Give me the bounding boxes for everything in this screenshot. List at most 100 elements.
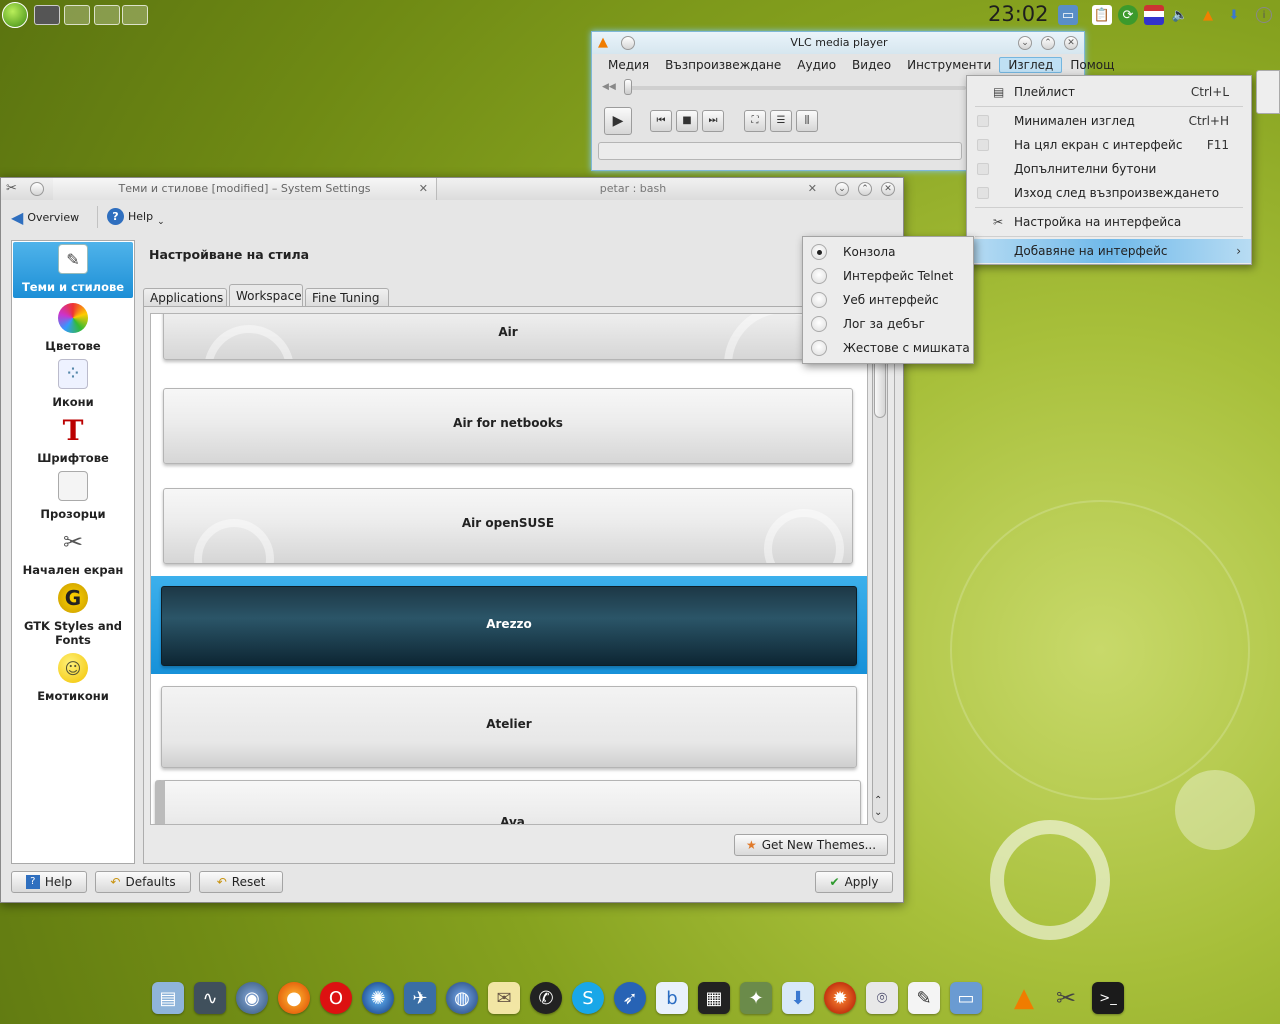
satellite-icon[interactable]: ✦: [740, 982, 772, 1014]
checkbox[interactable]: [977, 139, 989, 151]
pager-desktop-3[interactable]: [122, 5, 148, 25]
menu-video[interactable]: Видео: [844, 58, 899, 72]
info-icon[interactable]: i: [1256, 7, 1272, 23]
video-editor-icon[interactable]: ▦: [698, 982, 730, 1014]
radio-button[interactable]: [811, 244, 827, 260]
burner-icon[interactable]: ✹: [824, 982, 856, 1014]
chromium-icon[interactable]: ◉: [236, 982, 268, 1014]
help-menu-button[interactable]: ? Help ⌄: [107, 208, 165, 227]
radio-button[interactable]: [811, 268, 827, 284]
menu-item-minimal-view[interactable]: Минимален изглед Ctrl+H: [967, 109, 1251, 133]
opera-icon[interactable]: O: [320, 982, 352, 1014]
defaults-button[interactable]: ↶ Defaults: [95, 871, 191, 893]
keyboard-layout-icon[interactable]: [1144, 5, 1164, 25]
tab-system-settings[interactable]: Теми и стилове [modified] – System Setti…: [53, 178, 437, 200]
seek-slider[interactable]: [626, 86, 966, 90]
skype-icon[interactable]: S: [572, 982, 604, 1014]
play-button[interactable]: ▶: [604, 107, 632, 135]
theme-item-arezzo[interactable]: Arezzo: [161, 586, 857, 666]
previous-button[interactable]: ⏮: [650, 110, 672, 132]
menu-item-web-interface[interactable]: Уеб интерфейс: [803, 288, 973, 312]
sidebar-item-windows[interactable]: Прозорци: [13, 469, 133, 525]
seek-handle[interactable]: [624, 79, 632, 95]
menu-media[interactable]: Медия: [600, 58, 657, 72]
minimize-button[interactable]: ⌄: [1018, 36, 1032, 50]
radio-button[interactable]: [811, 292, 827, 308]
sidebar-item-splash[interactable]: ✂ Начален екран: [13, 525, 133, 581]
close-tab-icon[interactable]: ✕: [419, 178, 428, 200]
tab-workspace[interactable]: Workspace: [229, 284, 303, 308]
fullscreen-button[interactable]: ⛶: [744, 110, 766, 132]
editor-icon[interactable]: ✎: [908, 982, 940, 1014]
update-icon[interactable]: ⟳: [1118, 5, 1138, 25]
photo-icon[interactable]: ⌾: [866, 982, 898, 1014]
sidebar-item-icons[interactable]: ⁘ Икони: [13, 357, 133, 413]
web-icon[interactable]: ◍: [446, 982, 478, 1014]
vlc-icon[interactable]: ▲: [1008, 982, 1040, 1014]
menu-playback[interactable]: Възпроизвеждане: [657, 58, 789, 72]
menu-item-mouse-gestures[interactable]: Жестове с мишката: [803, 336, 973, 360]
show-desktop-icon[interactable]: [34, 5, 60, 25]
close-button[interactable]: ✕: [881, 182, 895, 196]
pager-desktop-2[interactable]: [94, 5, 120, 25]
rekonq-icon[interactable]: ➶: [614, 982, 646, 1014]
tab-applications[interactable]: Applications: [143, 288, 227, 308]
theme-list[interactable]: Air Air for netbooks Air openSUSE Arezzo…: [150, 313, 868, 825]
menu-audio[interactable]: Аудио: [789, 58, 844, 72]
menu-item-fullscreen-interface[interactable]: На цял екран с интерфейс F11: [967, 133, 1251, 157]
volume-icon[interactable]: 🔈: [1170, 5, 1190, 25]
sidebar-item-colors[interactable]: Цветове: [13, 301, 133, 357]
menu-item-customize-interface[interactable]: ✂ Настройка на интерфейса: [967, 210, 1251, 234]
get-new-themes-button[interactable]: ★ Get New Themes...: [734, 834, 888, 856]
help-button[interactable]: ? Help: [11, 871, 87, 893]
remote-desktop-icon[interactable]: ▭: [950, 982, 982, 1014]
download-icon[interactable]: ⬇: [782, 982, 814, 1014]
stop-button[interactable]: ■: [676, 110, 698, 132]
close-tab-icon[interactable]: ✕: [808, 178, 817, 200]
menu-item-telnet[interactable]: Интерфейс Telnet: [803, 264, 973, 288]
next-button[interactable]: ⏭: [702, 110, 724, 132]
menu-item-console[interactable]: Конзола: [803, 240, 973, 264]
playlist-button[interactable]: ☰: [770, 110, 792, 132]
vlc-tray-icon[interactable]: ▲: [1198, 5, 1218, 25]
scroll-up-icon[interactable]: ⌃: [874, 795, 882, 806]
checkbox[interactable]: [977, 187, 989, 199]
pager-desktop-1[interactable]: [64, 5, 90, 25]
window-menu-button[interactable]: [30, 182, 44, 196]
start-menu-icon[interactable]: [2, 2, 28, 28]
theme-item-air-for-netbooks[interactable]: Air for netbooks: [163, 388, 853, 464]
extended-settings-button[interactable]: ⫼: [796, 110, 818, 132]
radio-button[interactable]: [811, 340, 827, 356]
theme-item-atelier[interactable]: Atelier: [161, 686, 857, 768]
maximize-button[interactable]: ⌃: [858, 182, 872, 196]
theme-list-scrollbar[interactable]: [872, 353, 888, 823]
menu-item-advanced-controls[interactable]: Допълнителни бутони: [967, 157, 1251, 181]
checkbox[interactable]: [977, 163, 989, 175]
chat-icon[interactable]: ✆: [530, 982, 562, 1014]
system-monitor-icon[interactable]: ∿: [194, 982, 226, 1014]
notes-icon[interactable]: ✉: [488, 982, 520, 1014]
overview-button[interactable]: ◀ Overview: [11, 208, 79, 227]
theme-item-air-opensuse[interactable]: Air openSUSE: [163, 488, 853, 564]
sidebar-item-themes[interactable]: ✎ Теми и стилове: [13, 242, 133, 298]
close-button[interactable]: ✕: [1064, 36, 1078, 50]
settings-icon[interactable]: ✂: [1050, 982, 1082, 1014]
menu-view[interactable]: Изглед: [999, 57, 1063, 73]
terminal-icon[interactable]: >_: [1092, 982, 1124, 1014]
menu-item-playlist[interactable]: ▤ Плейлист Ctrl+L: [967, 80, 1251, 104]
scroll-down-icon[interactable]: ⌄: [874, 807, 882, 818]
reset-button[interactable]: ↶ Reset: [199, 871, 283, 893]
sidebar-item-emoticons[interactable]: ☺ Емотикони: [13, 651, 133, 707]
theme-item-air[interactable]: Air: [163, 314, 853, 360]
menu-item-add-interface[interactable]: Добавяне на интерфейс ›: [967, 239, 1251, 263]
theme-item-ava[interactable]: Ava: [155, 780, 861, 824]
display-icon[interactable]: ▭: [1058, 5, 1078, 25]
apply-button[interactable]: ✔ Apply: [815, 871, 893, 893]
minimize-button[interactable]: ⌄: [835, 182, 849, 196]
system-settings-titlebar[interactable]: ✂ Теми и стилове [modified] – System Set…: [1, 178, 903, 200]
tab-bash[interactable]: petar : bash ✕: [441, 178, 825, 200]
blogilo-icon[interactable]: b: [656, 982, 688, 1014]
scroll-thumb[interactable]: [874, 358, 886, 418]
clipboard-icon[interactable]: 📋: [1092, 5, 1112, 25]
download-tray-icon[interactable]: ⬇: [1224, 5, 1244, 25]
